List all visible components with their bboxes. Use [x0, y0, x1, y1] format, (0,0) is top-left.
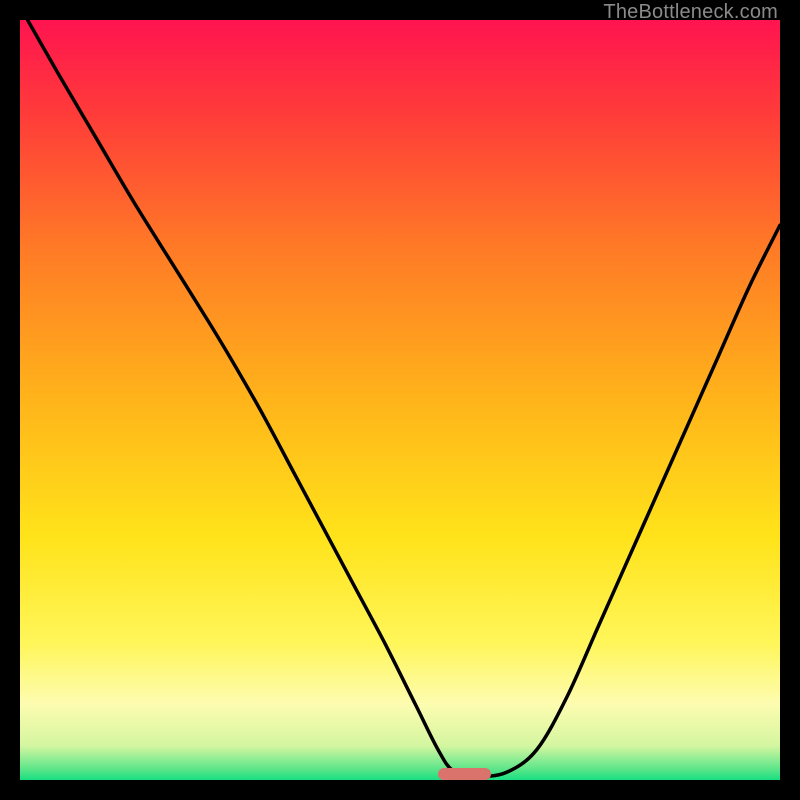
plot-area: [20, 20, 780, 780]
chart-frame: TheBottleneck.com: [0, 0, 800, 800]
optimal-range-marker: [438, 768, 491, 780]
watermark-text: TheBottleneck.com: [603, 1, 778, 24]
bottleneck-curve: [20, 20, 780, 780]
